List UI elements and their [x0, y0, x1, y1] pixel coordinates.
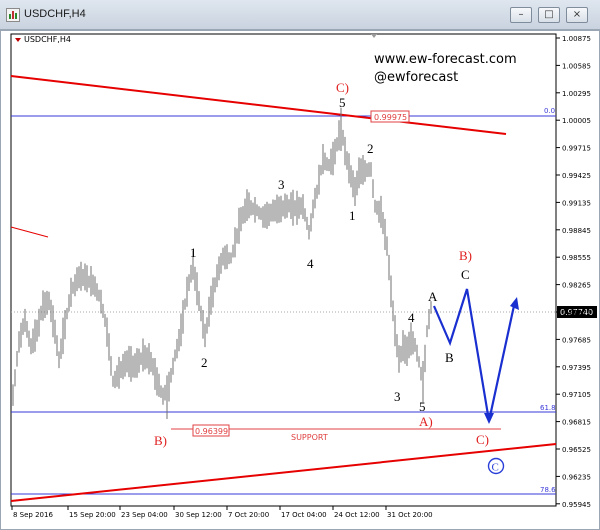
- time-axis-label: 23 Sep 04:00: [121, 511, 168, 519]
- watermark-url: www.ew-forecast.com: [374, 52, 517, 67]
- price-axis-label: 1.00875: [562, 35, 591, 43]
- price-axis-label: 0.98265: [562, 282, 591, 290]
- high-price-label: 0.99975: [374, 113, 407, 122]
- price-axis-label: 0.97395: [562, 364, 591, 372]
- wave-2-left: 2: [201, 355, 208, 370]
- watermark-handle: @ewforecast: [374, 70, 458, 85]
- price-axis-label: 0.98555: [562, 254, 591, 262]
- price-axis-label: 0.99715: [562, 145, 591, 153]
- price-axis-label: 0.97105: [562, 391, 591, 399]
- forecast-label-b: B: [445, 350, 454, 365]
- price-axis-label: 0.99135: [562, 199, 591, 207]
- fib-label-618: 61.8: [540, 404, 556, 412]
- forecast-b-paren: B): [459, 248, 472, 263]
- wave-2: 2: [367, 141, 374, 156]
- fib-label-786: 78.6: [540, 486, 556, 494]
- time-axis-label: 30 Sep 12:00: [175, 511, 222, 519]
- wave-a-paren: A): [419, 414, 433, 429]
- time-axis: 8 Sep 2016 15 Sep 20:00 23 Sep 04:00 30 Sep…: [11, 506, 433, 519]
- wave-4: 4: [307, 256, 314, 271]
- low-price-label: 0.96399: [195, 427, 228, 436]
- forecast-label-a: A: [428, 289, 438, 304]
- window-title: USDCHF,H4: [24, 8, 86, 20]
- price-axis-label: 0.99425: [562, 172, 591, 180]
- price-axis-label: 0.98845: [562, 227, 591, 235]
- circled-c-label: C: [492, 462, 499, 474]
- price-axis: 1.00875 1.00585 1.00295 1.00005 0.99715 0.994…: [556, 35, 591, 529]
- forecast-label-c: C: [461, 267, 470, 282]
- price-axis-label: 1.00295: [562, 90, 591, 98]
- wave-5-top: 5: [339, 95, 346, 110]
- forecast-c-paren: C): [476, 432, 489, 447]
- time-axis-label: 8 Sep 2016: [13, 511, 53, 519]
- window-titlebar: USDCHF,H4 – □ ×: [0, 0, 600, 30]
- price-axis-label: 0.97975: [562, 309, 591, 317]
- wave-1-mid: 1: [349, 208, 356, 223]
- price-chart[interactable]: USDCHF,H4 www.ew-forecast.com @ewforecas…: [1, 31, 599, 529]
- chart-frame[interactable]: USDCHF,H4 www.ew-forecast.com @ewforecas…: [0, 30, 600, 530]
- wave-3: 3: [278, 177, 285, 192]
- time-axis-label: 24 Oct 12:00: [334, 511, 380, 519]
- time-axis-label: 31 Oct 20:00: [387, 511, 433, 519]
- price-axis-label: 0.96815: [562, 419, 591, 427]
- symbol-label: USDCHF,H4: [24, 35, 71, 44]
- wave-1-left: 1: [190, 245, 197, 260]
- price-axis-label: 0.95655: [562, 528, 591, 529]
- time-axis-label: 17 Oct 04:00: [281, 511, 327, 519]
- price-axis-label: 0.96235: [562, 473, 591, 481]
- chart-window-icon: [6, 8, 20, 22]
- fib-label-0: 0.0: [544, 107, 555, 115]
- wave-c-paren-top: C): [336, 80, 349, 95]
- close-button[interactable]: ×: [566, 7, 588, 23]
- wave-b-paren-low: B): [154, 433, 167, 448]
- price-axis-label: 1.00585: [562, 62, 591, 70]
- plot-area: [10, 33, 557, 507]
- restore-button[interactable]: □: [538, 7, 560, 23]
- price-axis-label: 0.96525: [562, 446, 591, 454]
- wave-5-low: 5: [419, 399, 426, 414]
- price-axis-label: 1.00005: [562, 117, 591, 125]
- minimize-button[interactable]: –: [510, 7, 532, 23]
- price-axis-label: 0.95945: [562, 501, 591, 509]
- support-label: SUPPORT: [291, 433, 328, 442]
- time-axis-label: 15 Sep 20:00: [69, 511, 116, 519]
- wave-4-low: 4: [408, 310, 415, 325]
- time-axis-label: 7 Oct 20:00: [228, 511, 269, 519]
- price-axis-label: 0.97685: [562, 336, 591, 344]
- wave-3-low: 3: [394, 389, 401, 404]
